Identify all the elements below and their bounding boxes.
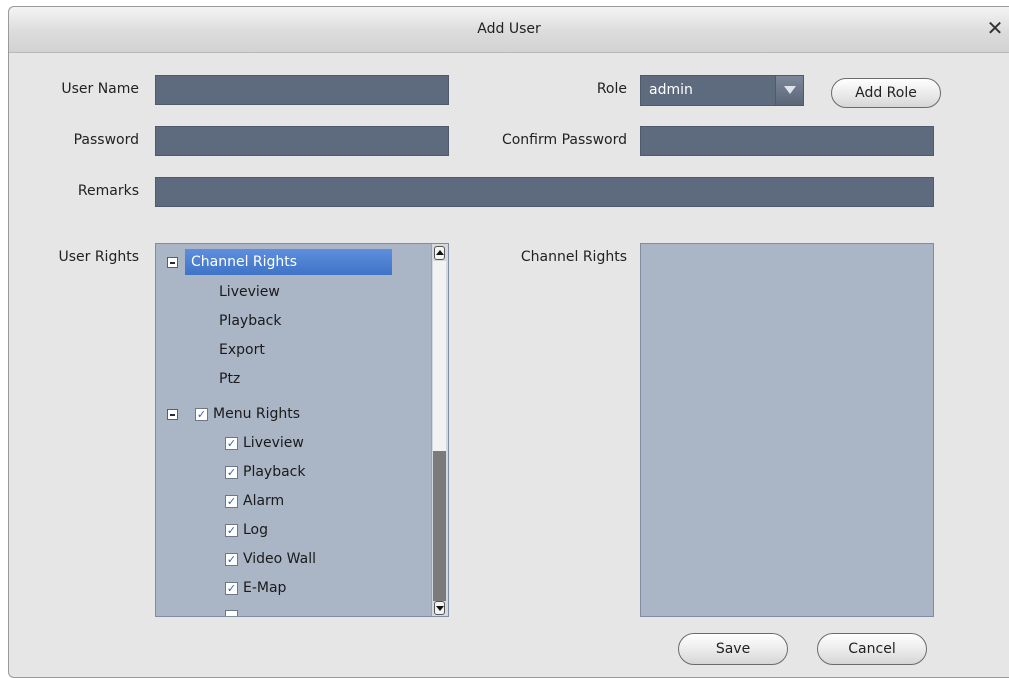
cancel-button[interactable]: Cancel [817, 633, 927, 665]
menu-e-map-checkbox[interactable]: ✓ [225, 582, 238, 595]
channel-rights-label: Channel Rights [520, 249, 627, 265]
title-bar: Add User ✕ [9, 7, 1009, 53]
confirm-password-label: Confirm Password [501, 132, 627, 148]
menu-log-label[interactable]: Log [243, 517, 268, 543]
remarks-input[interactable] [155, 177, 934, 207]
tree-leaf-ptz[interactable]: Ptz [219, 366, 240, 392]
confirm-password-input[interactable] [640, 126, 934, 156]
collapse-channel-rights-icon[interactable] [167, 257, 178, 268]
menu-log-checkbox[interactable]: ✓ [225, 524, 238, 537]
user-name-input[interactable] [155, 75, 449, 105]
dialog-title: Add User [477, 21, 541, 37]
menu-liveview-checkbox[interactable]: ✓ [225, 437, 238, 450]
scroll-up-icon[interactable] [434, 246, 445, 260]
password-input[interactable] [155, 126, 449, 156]
menu-alarm-label[interactable]: Alarm [243, 488, 284, 514]
close-icon[interactable]: ✕ [985, 17, 1005, 39]
menu-video-wall-checkbox[interactable]: ✓ [225, 553, 238, 566]
password-label: Password [73, 132, 139, 148]
user-rights-label: User Rights [58, 249, 139, 265]
save-button[interactable]: Save [678, 633, 788, 665]
menu-alarm-checkbox[interactable]: ✓ [225, 495, 238, 508]
tree-node-channel-rights[interactable]: Channel Rights [185, 249, 392, 275]
user-name-label: User Name [61, 81, 139, 97]
tree-node-menu-rights[interactable]: Menu Rights [213, 401, 300, 427]
role-select[interactable]: admin [640, 75, 804, 106]
remarks-label: Remarks [77, 183, 139, 199]
chevron-down-icon [784, 86, 796, 94]
role-dropdown-button[interactable] [775, 76, 803, 105]
menu-e-map-label[interactable]: E-Map [243, 575, 286, 601]
menu-next-checkbox[interactable] [225, 610, 238, 616]
menu-video-wall-label[interactable]: Video Wall [243, 546, 316, 572]
add-user-dialog: Add User ✕ User Name Role admin Add Role… [8, 6, 1009, 678]
scroll-down-icon[interactable] [434, 601, 445, 615]
menu-rights-checkbox[interactable]: ✓ [195, 408, 208, 421]
collapse-menu-rights-icon[interactable] [167, 409, 178, 420]
add-role-button[interactable]: Add Role [831, 78, 941, 108]
tree-leaf-playback[interactable]: Playback [219, 308, 281, 334]
tree-node-label: Channel Rights [191, 254, 298, 270]
role-label: Role [596, 81, 627, 97]
menu-liveview-label[interactable]: Liveview [243, 430, 304, 456]
menu-playback-checkbox[interactable]: ✓ [225, 466, 238, 479]
scrollbar-thumb[interactable] [433, 451, 446, 601]
channel-rights-panel[interactable] [640, 243, 934, 617]
menu-playback-label[interactable]: Playback [243, 459, 305, 485]
user-rights-tree[interactable]: Channel Rights Liveview Playback Export … [155, 243, 449, 617]
tree-leaf-liveview[interactable]: Liveview [219, 279, 280, 305]
scrollbar-track[interactable] [433, 261, 446, 451]
role-selected-value: admin [649, 82, 693, 98]
tree-leaf-export[interactable]: Export [219, 337, 265, 363]
tree-scrollbar[interactable] [431, 244, 448, 616]
